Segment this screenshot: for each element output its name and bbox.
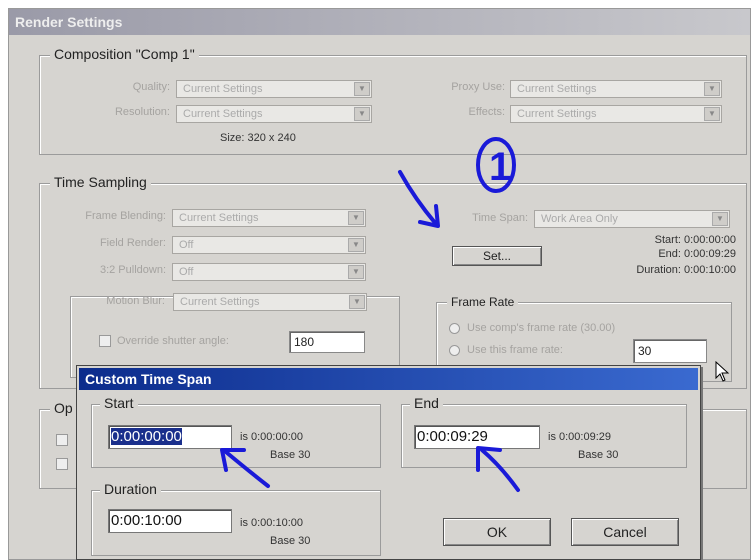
end-base-text: Base 30: [578, 449, 619, 461]
motion-blur-value: Current Settings: [180, 296, 260, 308]
field-render-dropdown[interactable]: Off ▼: [172, 236, 366, 254]
use-comp-frame-rate-radio[interactable]: [449, 323, 460, 334]
options-checkbox-1[interactable]: [56, 434, 68, 446]
end-group-title: End: [410, 395, 443, 411]
dropdown-arrow-icon: ▼: [349, 295, 365, 309]
custom-time-span-dialog: Custom Time Span Start 0:00:00:00 is 0:0…: [76, 365, 701, 560]
frame-blending-value: Current Settings: [179, 212, 259, 224]
composition-group: Composition "Comp 1" Quality: Current Se…: [39, 46, 747, 155]
effects-dropdown[interactable]: Current Settings ▼: [510, 105, 722, 123]
dropdown-arrow-icon: ▼: [704, 107, 720, 121]
pulldown-label: 3:2 Pulldown:: [99, 264, 166, 276]
duration-group-title: Duration: [100, 481, 161, 497]
span-end-text: End: 0:00:09:29: [658, 248, 736, 260]
dropdown-arrow-icon: ▼: [348, 265, 364, 279]
duration-input[interactable]: 0:00:10:00: [108, 509, 232, 533]
effects-value: Current Settings: [517, 108, 597, 120]
duration-base-text: Base 30: [270, 535, 311, 547]
frame-rate-input[interactable]: 30: [633, 339, 707, 363]
set-time-span-button[interactable]: Set...: [452, 246, 542, 266]
options-checkbox-2[interactable]: [56, 458, 68, 470]
field-render-label: Field Render:: [99, 237, 166, 249]
proxy-use-dropdown[interactable]: Current Settings ▼: [510, 80, 722, 98]
override-shutter-checkbox[interactable]: [99, 335, 111, 347]
custom-time-span-title: Custom Time Span: [79, 368, 698, 390]
dropdown-arrow-icon: ▼: [354, 82, 370, 96]
span-duration-text: Duration: 0:00:10:00: [636, 264, 736, 276]
start-group: Start 0:00:00:00 is 0:00:00:00 Base 30: [91, 395, 381, 468]
frame-blending-dropdown[interactable]: Current Settings ▼: [172, 209, 366, 227]
ok-button[interactable]: OK: [443, 518, 551, 546]
time-sampling-group: Time Sampling Frame Blending: Current Se…: [39, 174, 747, 389]
end-time-input[interactable]: 0:00:09:29: [414, 425, 540, 449]
quality-label: Quality:: [132, 81, 170, 93]
motion-blur-label: Motion Blur:: [106, 295, 165, 307]
start-base-text: Base 30: [270, 449, 311, 461]
override-shutter-label: Override shutter angle:: [117, 335, 229, 347]
shutter-angle-input[interactable]: 180: [289, 331, 365, 353]
resolution-value: Current Settings: [183, 108, 263, 120]
options-group-title: Op: [50, 400, 77, 416]
pulldown-value: Off: [179, 266, 194, 278]
span-start-text: Start: 0:00:00:00: [654, 234, 736, 246]
start-time-input[interactable]: 0:00:00:00: [108, 425, 232, 449]
dropdown-arrow-icon: ▼: [712, 212, 728, 226]
proxy-use-label: Proxy Use:: [451, 81, 505, 93]
use-this-frame-rate-label: Use this frame rate:: [467, 344, 563, 356]
duration-group: Duration 0:00:10:00 is 0:00:10:00 Base 3…: [91, 481, 381, 556]
start-is-text: is 0:00:00:00: [240, 431, 303, 443]
start-time-value: 0:00:00:00: [111, 428, 182, 445]
duration-is-text: is 0:00:10:00: [240, 517, 303, 529]
field-render-value: Off: [179, 239, 194, 251]
dropdown-arrow-icon: ▼: [704, 82, 720, 96]
pulldown-dropdown[interactable]: Off ▼: [172, 263, 366, 281]
start-group-title: Start: [100, 395, 138, 411]
size-text: Size: 320 x 240: [220, 132, 296, 144]
time-span-label: Time Span:: [472, 212, 528, 224]
time-span-dropdown[interactable]: Work Area Only ▼: [534, 210, 730, 228]
end-is-text: is 0:00:09:29: [548, 431, 611, 443]
quality-value: Current Settings: [183, 83, 263, 95]
effects-label: Effects:: [468, 106, 505, 118]
render-settings-title: Render Settings: [9, 9, 750, 35]
dropdown-arrow-icon: ▼: [354, 107, 370, 121]
use-comp-frame-rate-label: Use comp's frame rate (30.00): [467, 322, 616, 334]
composition-group-title: Composition "Comp 1": [50, 46, 199, 62]
proxy-use-value: Current Settings: [517, 83, 597, 95]
quality-dropdown[interactable]: Current Settings ▼: [176, 80, 372, 98]
resolution-label: Resolution:: [114, 106, 170, 118]
end-group: End 0:00:09:29 is 0:00:09:29 Base 30: [401, 395, 687, 468]
time-span-value: Work Area Only: [541, 213, 618, 225]
dropdown-arrow-icon: ▼: [348, 238, 364, 252]
use-this-frame-rate-radio[interactable]: [449, 345, 460, 356]
dropdown-arrow-icon: ▼: [348, 211, 364, 225]
mouse-cursor-icon: [715, 361, 730, 382]
time-sampling-group-title: Time Sampling: [50, 174, 151, 190]
frame-rate-group-title: Frame Rate: [447, 295, 519, 309]
resolution-dropdown[interactable]: Current Settings ▼: [176, 105, 372, 123]
frame-blending-label: Frame Blending:: [85, 210, 166, 222]
cancel-button[interactable]: Cancel: [571, 518, 679, 546]
motion-blur-dropdown[interactable]: Current Settings ▼: [173, 293, 367, 311]
